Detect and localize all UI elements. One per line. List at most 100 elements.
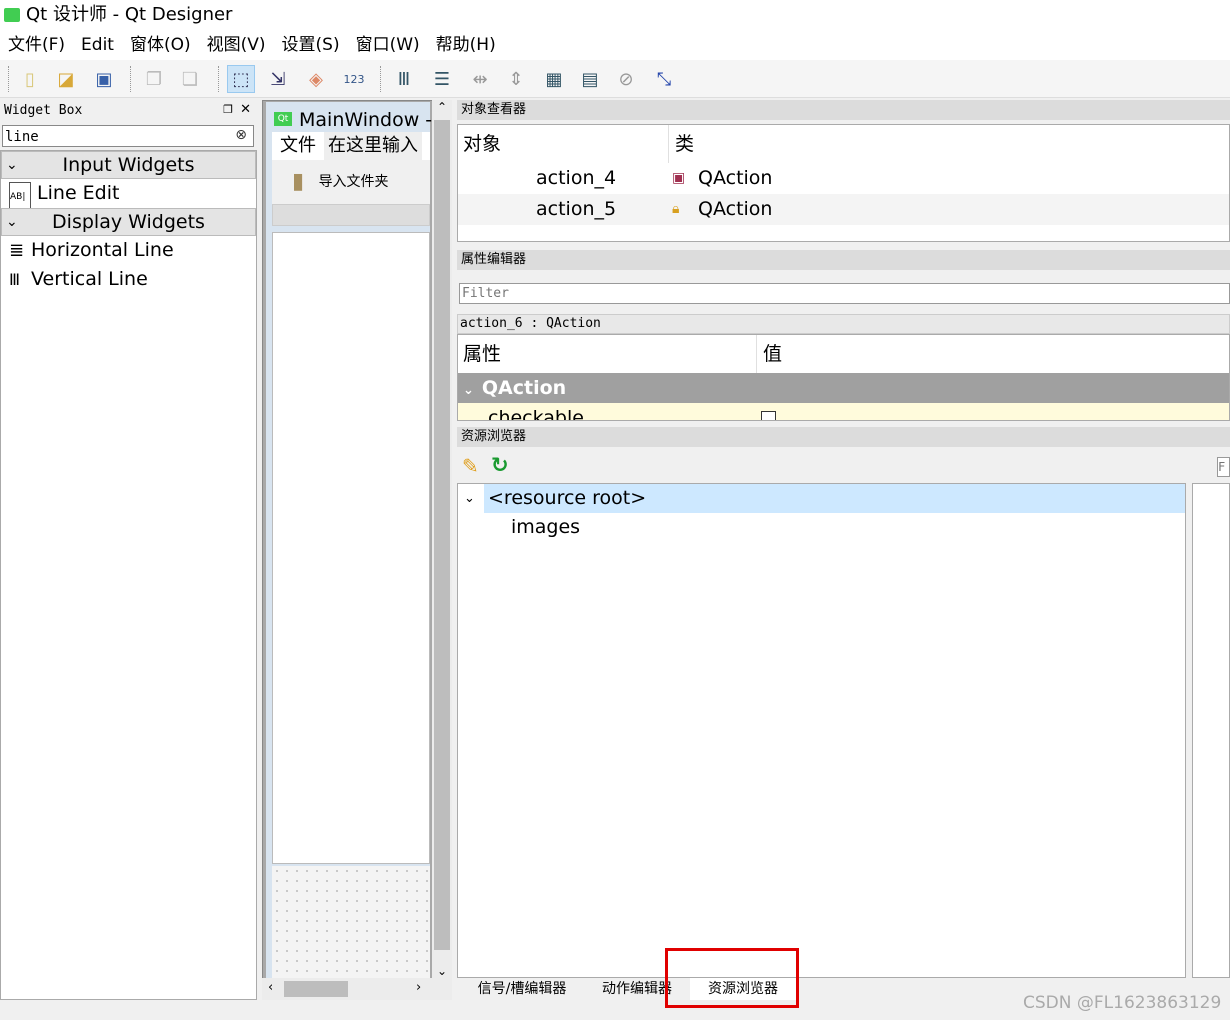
clear-search-icon[interactable]: ⊗ <box>235 127 247 143</box>
category-input-widgets[interactable]: ⌄ Input Widgets <box>1 151 256 179</box>
form-window: Qt MainWindow - 文件 在这里输入 ▮ 导入文件夹 <box>266 102 433 978</box>
resource-browser-title: 资源浏览器 <box>457 427 1230 447</box>
property-table: 属性 值 ⌄ QAction checkable <box>457 334 1230 421</box>
widget-label: Horizontal Line <box>31 239 174 261</box>
chevron-down-icon: ⌄ <box>464 491 475 506</box>
central-widget[interactable] <box>272 232 430 864</box>
object-row[interactable]: action_4 ▣ QAction <box>458 163 1229 194</box>
property-row-checkable[interactable]: checkable <box>458 403 1229 421</box>
form-menu-type-here[interactable]: 在这里输入 <box>324 132 422 160</box>
send-back-icon[interactable]: ❏ <box>176 65 204 93</box>
menu-window[interactable]: 窗口(W) <box>348 30 428 60</box>
resource-root: <resource root> <box>484 484 1185 513</box>
edit-widgets-icon[interactable]: ⬚ <box>227 65 255 93</box>
widget-vertical-line[interactable]: Ⅲ Vertical Line <box>1 265 256 294</box>
column-header-class[interactable]: 类 <box>668 125 694 163</box>
form-toolbar: ▮ 导入文件夹 <box>272 160 430 204</box>
splitter-v-icon[interactable]: ⇕ <box>502 65 530 93</box>
tab-signal-slot-editor[interactable]: 信号/槽编辑器 <box>460 978 584 1000</box>
form-title: MainWindow - <box>299 109 433 131</box>
widget-horizontal-line[interactable]: ≣ Horizontal Line <box>1 236 256 265</box>
menu-file[interactable]: 文件(F) <box>0 30 73 60</box>
property-filter-input[interactable] <box>459 283 1230 304</box>
edit-buddies-icon[interactable]: ◈ <box>302 65 330 93</box>
vertical-line-icon: Ⅲ <box>9 270 21 289</box>
property-group-qaction[interactable]: ⌄ QAction <box>458 373 1229 403</box>
qt-logo-icon: Qt <box>274 112 292 126</box>
widget-search-input[interactable]: line ⊗ <box>2 125 254 147</box>
widget-label: Vertical Line <box>31 268 148 290</box>
layout-grid-icon[interactable]: ▦ <box>540 65 568 93</box>
chevron-down-icon: ⌄ <box>6 214 18 230</box>
property-editor-title: 属性编辑器 <box>457 250 1230 270</box>
object-inspector-title: 对象查看器 <box>457 100 1230 120</box>
search-value: line <box>5 129 39 145</box>
object-class: QAction <box>698 167 773 189</box>
edit-signals-icon[interactable]: ⇲ <box>264 65 292 93</box>
form-toolbar-area <box>272 204 430 226</box>
category-label: Input Widgets <box>62 154 195 176</box>
edit-resources-icon[interactable]: ✎ <box>462 454 479 478</box>
chevron-down-icon: ⌄ <box>463 383 474 398</box>
menu-settings[interactable]: 设置(S) <box>274 30 348 60</box>
qt-logo-icon <box>4 8 20 22</box>
category-display-widgets[interactable]: ⌄ Display Widgets <box>1 208 256 236</box>
break-layout-icon[interactable]: ⊘ <box>612 65 640 93</box>
watermark: CSDN @FL1623863129 <box>1023 993 1222 1013</box>
column-header-value[interactable]: 值 <box>756 335 782 373</box>
resource-item-images[interactable]: images <box>458 513 1185 542</box>
widget-line-edit[interactable]: AB| Line Edit <box>1 179 256 213</box>
layout-vertical-icon[interactable]: ☰ <box>428 65 456 93</box>
resource-root-row[interactable]: ⌄ <resource root> <box>458 484 1185 513</box>
chevron-down-icon: ⌄ <box>6 157 18 173</box>
property-name: checkable <box>488 407 584 421</box>
object-inspector-tree: 对象 类 action_4 ▣ QAction action_5 🔒︎ QAct… <box>457 124 1230 242</box>
import-folder-action[interactable]: 导入文件夹 <box>319 174 389 190</box>
toolbar: ▯ ◪ ▣ ❐ ❏ ⬚ ⇲ ◈ 123 Ⅲ ☰ ⇹ ⇕ ▦ ▤ ⊘ ⤡ <box>0 60 1230 98</box>
save-icon[interactable]: ▣ <box>90 65 118 93</box>
widget-list: ⌄ Input Widgets AB| Line Edit ⌄ Display Wi… <box>0 150 257 1000</box>
object-name: action_5 <box>536 198 617 220</box>
widget-box-title: Widget Box <box>0 101 257 121</box>
object-name: action_4 <box>536 167 617 189</box>
widget-box-header: Widget Box ❐ ✕ <box>0 101 257 123</box>
menu-form[interactable]: 窗体(O) <box>122 30 199 60</box>
category-label: Display Widgets <box>52 211 205 233</box>
highlight-box <box>665 948 799 1008</box>
open-folder-icon[interactable]: ◪ <box>52 65 80 93</box>
menubar: 文件(F) Edit 窗体(O) 视图(V) 设置(S) 窗口(W) 帮助(H) <box>0 30 1230 60</box>
save-icon: ▣ <box>672 170 686 186</box>
resource-tree: ⌄ <resource root> images <box>457 483 1186 978</box>
reload-icon[interactable]: ↻ <box>491 453 509 477</box>
close-icon[interactable]: ✕ <box>240 102 251 117</box>
vertical-scrollbar[interactable]: ⌃ ⌄ <box>432 100 452 978</box>
object-class: QAction <box>698 198 773 220</box>
resource-label: images <box>511 516 581 538</box>
layout-form-icon[interactable]: ▤ <box>576 65 604 93</box>
resource-filter-input[interactable] <box>1217 457 1230 477</box>
horizontal-scrollbar[interactable]: ‹ › <box>262 978 452 1000</box>
layout-horizontal-icon[interactable]: Ⅲ <box>390 65 418 93</box>
menu-view[interactable]: 视图(V) <box>199 30 274 60</box>
form-menubar: 文件 在这里输入 <box>272 132 430 160</box>
property-object-label: action_6 : QAction <box>457 314 1230 334</box>
checkable-checkbox[interactable] <box>761 411 776 420</box>
new-file-icon[interactable]: ▯ <box>16 65 44 93</box>
folder-icon: ▮ <box>292 169 305 194</box>
widget-label: Line Edit <box>37 182 120 204</box>
lock-icon: 🔒︎ <box>672 201 680 217</box>
group-label: QAction <box>481 377 567 399</box>
column-header-property[interactable]: 属性 <box>463 335 501 373</box>
bring-front-icon[interactable]: ❐ <box>140 65 168 93</box>
form-grid <box>272 866 430 978</box>
menu-edit[interactable]: Edit <box>73 30 122 60</box>
splitter-h-icon[interactable]: ⇹ <box>466 65 494 93</box>
edit-tab-order-icon[interactable]: 123 <box>340 65 368 93</box>
adjust-size-icon[interactable]: ⤡ <box>650 65 678 93</box>
object-row[interactable]: action_5 🔒︎ QAction <box>458 194 1229 225</box>
form-menu-file[interactable]: 文件 <box>272 132 324 160</box>
window-title: Qt 设计师 - Qt Designer <box>0 0 1230 30</box>
menu-help[interactable]: 帮助(H) <box>428 30 504 60</box>
column-header-object[interactable]: 对象 <box>463 125 501 163</box>
float-icon[interactable]: ❐ <box>223 103 233 116</box>
